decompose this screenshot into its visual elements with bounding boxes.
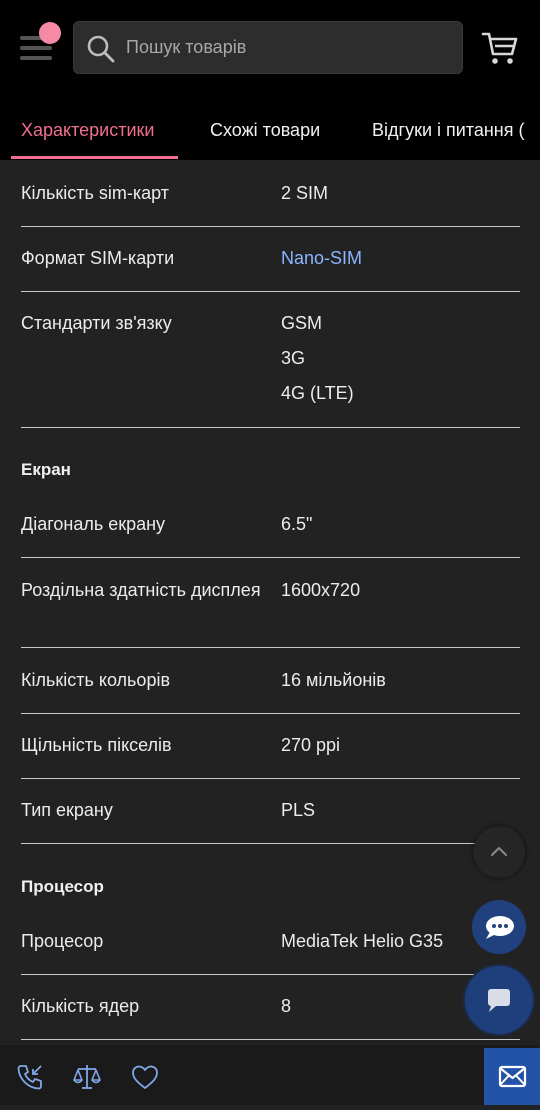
- spec-value: 3G: [281, 348, 306, 368]
- spec-label: Процесор: [21, 931, 104, 951]
- spec-value: MediaTek Helio G35: [281, 931, 444, 951]
- spec-row-resolution: Роздільна здатність дисплея 1600x720: [21, 558, 520, 648]
- active-tab-indicator: [11, 156, 178, 159]
- spec-value: 8: [281, 996, 292, 1016]
- spec-label: Кількість ядер: [21, 996, 140, 1016]
- chevron-up-icon: [491, 847, 507, 856]
- message-icon: [488, 989, 510, 1012]
- spec-value: PLS: [281, 800, 316, 820]
- spec-value: 6.5": [281, 514, 313, 534]
- chat-bubbles-icon: [486, 916, 514, 939]
- spec-row-cpu: Процесор MediaTek Helio G35: [21, 910, 520, 975]
- section-title-screen: Екран: [21, 460, 71, 479]
- menu-line: [20, 46, 52, 50]
- notification-dot: [39, 22, 61, 44]
- spec-value: 16 мільйонів: [281, 670, 386, 690]
- spec-row-colors: Кількість кольорів 16 мільйонів: [21, 648, 520, 714]
- sim-format-link[interactable]: Nano-SIM: [281, 246, 362, 271]
- chat-button[interactable]: [472, 900, 526, 954]
- header: [0, 0, 540, 100]
- spec-label: Кількість кольорів: [21, 670, 171, 690]
- spec-row-cores: Кількість ядер 8: [21, 975, 520, 1040]
- spec-row-screen-type: Тип екрану PLS: [21, 779, 520, 844]
- search-bar[interactable]: [73, 21, 463, 74]
- tabs-bar: Характеристики Схожі товари Відгуки і пи…: [0, 100, 540, 160]
- section-title-cpu: Процесор: [21, 877, 104, 896]
- heart-icon[interactable]: [130, 1062, 160, 1092]
- search-input[interactable]: [126, 22, 456, 73]
- spec-value: 4G (LTE): [281, 383, 354, 403]
- message-button[interactable]: [465, 966, 533, 1034]
- tab-characteristics[interactable]: Характеристики: [21, 120, 154, 141]
- mail-button[interactable]: [484, 1048, 540, 1105]
- spec-label: Діагональ екрану: [21, 514, 166, 534]
- spec-label: Формат SIM-карти: [21, 248, 175, 268]
- spec-label: Кількість sim-карт: [21, 183, 169, 203]
- spec-value: 2 SIM: [281, 183, 329, 203]
- scroll-up-button[interactable]: [473, 826, 525, 878]
- spec-label: Роздільна здатність дисплея: [21, 580, 261, 600]
- tab-reviews-questions[interactable]: Відгуки і питання (: [372, 120, 524, 141]
- bottom-bar: [0, 1045, 540, 1105]
- spec-value: GSM: [281, 313, 323, 333]
- spec-label: Щільність пікселів: [21, 735, 172, 755]
- mail-icon: [498, 1065, 527, 1088]
- scales-icon[interactable]: [72, 1062, 102, 1092]
- tab-similar-products[interactable]: Схожі товари: [210, 120, 320, 141]
- menu-line: [20, 56, 52, 60]
- spec-label: Тип екрану: [21, 800, 113, 820]
- spec-row-standards: Стандарти зв'язку GSM 3G 4G (LTE): [21, 292, 520, 428]
- spec-value: 270 ppi: [281, 735, 341, 755]
- spec-value: 1600x720: [281, 580, 361, 600]
- spec-row-diagonal: Діагональ екрану 6.5": [21, 493, 520, 558]
- phone-callback-icon[interactable]: [15, 1062, 45, 1092]
- spec-value-list: GSM 3G 4G (LTE): [281, 311, 354, 416]
- cart-icon[interactable]: [480, 28, 520, 68]
- spec-row-sim-format: Формат SIM-карти Nano-SIM: [21, 227, 520, 292]
- spec-row-sim-count: Кількість sim-карт 2 SIM: [21, 160, 520, 227]
- spec-row-ppi: Щільність пікселів 270 ppi: [21, 714, 520, 779]
- spec-label: Стандарти зв'язку: [21, 313, 172, 333]
- search-icon: [87, 35, 115, 63]
